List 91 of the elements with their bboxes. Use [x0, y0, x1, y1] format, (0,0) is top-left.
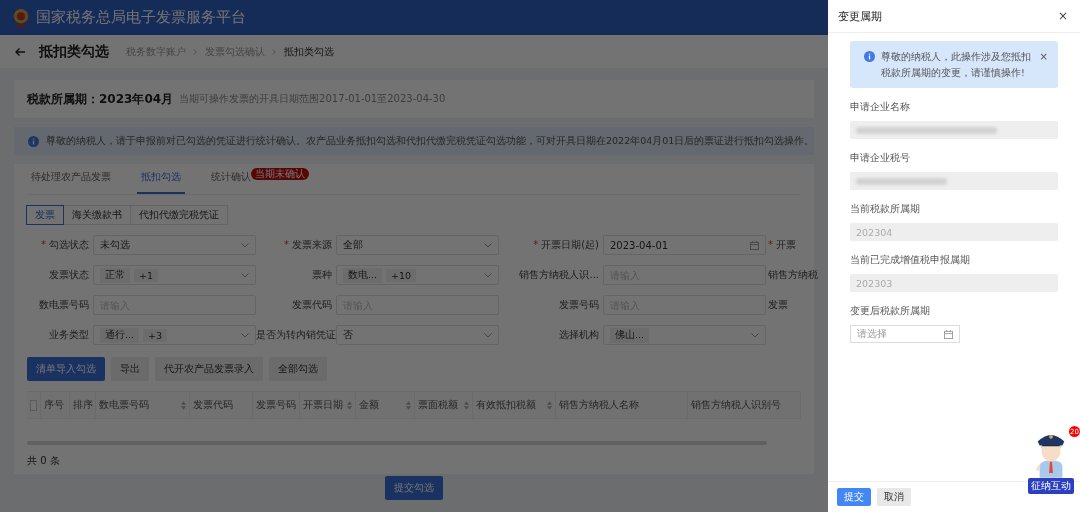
date-field[interactable]: 请选择: [850, 325, 960, 343]
column-header: 票面税额: [417, 398, 458, 412]
tag: 通行...: [100, 327, 140, 343]
column-header: 发票代码: [192, 398, 233, 412]
sort-icon[interactable]: [180, 400, 186, 410]
column-header: 销售方纳税人名称: [559, 398, 640, 412]
modal-overlay[interactable]: [0, 0, 828, 512]
column-header: 有效抵扣税额: [476, 398, 537, 412]
page-title: 抵扣类勾选: [39, 42, 109, 61]
field-label: 发票代码: [291, 298, 333, 312]
chevron-right-icon: [272, 47, 277, 56]
field-label: 业务类型: [48, 328, 90, 342]
field-label: 申请企业税号: [850, 152, 911, 165]
readonly-field: 202304: [850, 223, 1058, 241]
drawer-title: 变更属期: [838, 8, 882, 24]
tag: +10: [386, 268, 417, 282]
field-label: 当前税款所属期: [850, 203, 921, 216]
field-label: * 开票: [767, 238, 797, 252]
drawer-button[interactable]: 提交: [837, 488, 871, 506]
action-button[interactable]: 代开农产品发票录入: [155, 357, 263, 381]
period-label: 税款所属期：2023年04月: [27, 90, 174, 108]
column-header: 序号: [44, 398, 64, 412]
calendar-icon: [750, 240, 759, 250]
field-label: 当前已完成增值税申报属期: [850, 254, 971, 267]
close-button[interactable]: ×: [1055, 9, 1070, 23]
select-field[interactable]: 全部: [336, 235, 499, 255]
chevron-right-icon: [193, 47, 198, 56]
info-icon: [864, 51, 875, 62]
select-field[interactable]: 数电... +10: [336, 265, 499, 285]
column-header: 金额: [359, 398, 380, 412]
column-header: 销售方纳税人识别号: [691, 398, 781, 412]
column-header: 发票号码: [256, 398, 297, 412]
chevron-down-icon: [751, 332, 759, 338]
column-header: 数电票号码: [98, 398, 149, 412]
back-arrow-icon[interactable]: [14, 46, 26, 57]
chevron-down-icon: [484, 272, 492, 278]
emblem-icon: [12, 7, 30, 28]
action-button[interactable]: 全部勾选: [269, 357, 327, 381]
doc-type-tab[interactable]: 发票: [26, 205, 64, 225]
field-label: 发票号码: [558, 298, 600, 312]
tag: 数电...: [343, 267, 383, 283]
field-label: 票种: [311, 268, 333, 282]
field-label: 数电票号码: [38, 298, 90, 312]
status-badge: 当期未确认: [251, 168, 309, 180]
submit-button[interactable]: 提交勾选: [385, 476, 443, 500]
close-button[interactable]: ×: [1039, 49, 1048, 65]
field-label: 变更后税款所属期: [850, 305, 931, 318]
tag: +3: [143, 328, 168, 342]
drawer-button[interactable]: 取消: [877, 488, 911, 506]
chevron-down-icon: [241, 332, 249, 338]
field-label: * 开票日期(起): [532, 238, 600, 252]
chevron-down-icon: [484, 332, 492, 338]
action-button[interactable]: 清单导入勾选: [27, 357, 105, 381]
date-field[interactable]: 2023-04-01: [603, 235, 766, 255]
field-label: * 勾选状态: [40, 238, 90, 252]
tab[interactable]: 抵扣勾选: [137, 170, 185, 194]
select-field[interactable]: 否: [336, 325, 499, 345]
field-label: * 发票来源: [283, 238, 333, 252]
select-field[interactable]: 佛山...: [603, 325, 766, 345]
column-header: 排序: [72, 398, 93, 412]
field-label: 发票: [767, 298, 789, 312]
chevron-down-icon: [484, 242, 492, 248]
sort-icon[interactable]: [347, 400, 353, 410]
total-count: 共 0 条: [27, 454, 61, 468]
calendar-icon: [944, 329, 953, 339]
alert-text: 尊敬的纳税人，此操作涉及您抵扣税款所属期的变更，请谨慎操作!: [881, 50, 1032, 80]
tag: +1: [134, 268, 158, 282]
column-header: 开票日期: [303, 398, 344, 412]
field-label: 销售方纳税人识...: [518, 268, 600, 282]
field-label: 申请企业名称: [850, 101, 911, 114]
sort-icon[interactable]: [547, 400, 553, 410]
doc-type-tab[interactable]: 代扣代缴完税凭证: [130, 205, 228, 225]
readonly-field: 202303: [850, 274, 1058, 292]
field-label: 是否为转内销凭证: [256, 328, 336, 342]
select-field[interactable]: 正常 +1: [93, 265, 256, 285]
sort-icon[interactable]: [405, 400, 411, 410]
doc-type-tab[interactable]: 海关缴款书: [63, 205, 131, 225]
site-title: 国家税务总局电子发票服务平台: [36, 8, 246, 27]
info-icon: [28, 135, 39, 147]
field-label: 发票状态: [48, 268, 90, 282]
chevron-down-icon: [241, 242, 249, 248]
tag: 佛山...: [610, 327, 650, 343]
select-field[interactable]: 通行... +3: [93, 325, 256, 345]
tag: 正常: [100, 267, 130, 283]
action-button[interactable]: 导出: [111, 357, 149, 381]
sort-icon[interactable]: [464, 400, 470, 410]
assistant-label[interactable]: 征纳互动: [1028, 478, 1074, 494]
field-label: 销售方纳税: [767, 268, 819, 282]
field-label: 选择机构: [558, 328, 600, 342]
select-field[interactable]: 未勾选: [93, 235, 256, 255]
chevron-down-icon: [241, 272, 249, 278]
